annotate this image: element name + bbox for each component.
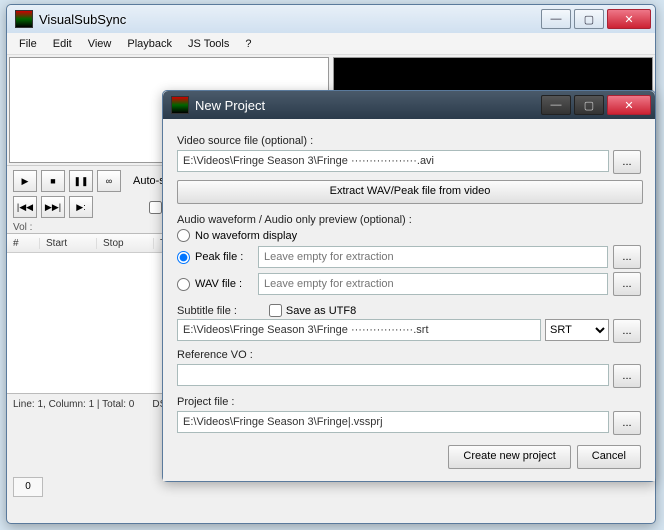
video-source-label: Video source file (optional) : [177, 135, 641, 147]
close-button[interactable]: ✕ [607, 9, 651, 29]
dialog-minimize-button[interactable]: — [541, 95, 571, 115]
wav-file-input[interactable] [258, 273, 608, 295]
create-project-button[interactable]: Create new project [448, 445, 570, 469]
wav-file-label: WAV file : [195, 278, 249, 290]
dialog-title: New Project [195, 98, 541, 113]
col-stop[interactable]: Stop [97, 238, 154, 249]
reference-label: Reference VO : [177, 349, 641, 361]
project-label: Project file : [177, 396, 641, 408]
menu-edit[interactable]: Edit [45, 36, 80, 52]
pause-button[interactable]: ❚❚ [69, 170, 93, 192]
no-waveform-label: No waveform display [195, 230, 297, 242]
subtitle-format-select[interactable]: SRT [545, 319, 609, 341]
save-utf8-label: Save as UTF8 [286, 305, 356, 317]
menu-playback[interactable]: Playback [119, 36, 180, 52]
dialog-icon [171, 96, 189, 114]
counter: 0 [13, 477, 43, 497]
save-utf8-checkbox[interactable] [269, 304, 282, 317]
audio-label: Audio waveform / Audio only preview (opt… [177, 214, 641, 226]
subtitle-browse-button[interactable]: ... [613, 319, 641, 343]
reference-browse-button[interactable]: ... [613, 364, 641, 388]
dialog-body: Video source file (optional) : ... Extra… [163, 119, 655, 481]
cancel-button[interactable]: Cancel [577, 445, 641, 469]
wav-file-radio[interactable] [177, 278, 190, 291]
col-start[interactable]: Start [40, 238, 97, 249]
new-project-dialog: New Project — ▢ ✕ Video source file (opt… [162, 90, 656, 482]
prev-button[interactable]: |◀◀ [13, 196, 37, 218]
menu-help[interactable]: ? [237, 36, 259, 52]
col-n[interactable]: # [7, 238, 40, 249]
video-source-input[interactable] [177, 150, 609, 172]
no-waveform-radio[interactable] [177, 229, 190, 242]
peak-file-radio[interactable] [177, 251, 190, 264]
peak-file-input[interactable] [258, 246, 608, 268]
menu-jstools[interactable]: JS Tools [180, 36, 237, 52]
subtitle-file-input[interactable] [177, 319, 541, 341]
play-button[interactable]: ▶ [13, 170, 37, 192]
dialog-close-button[interactable]: ✕ [607, 95, 651, 115]
dialog-titlebar: New Project — ▢ ✕ [163, 91, 655, 119]
peak-browse-button[interactable]: ... [613, 245, 641, 269]
project-browse-button[interactable]: ... [613, 411, 641, 435]
wav-browse-button[interactable]: ... [613, 272, 641, 296]
subtitle-label: Subtitle file : [177, 305, 237, 317]
menu-view[interactable]: View [80, 36, 120, 52]
extract-button[interactable]: Extract WAV/Peak file from video [177, 180, 643, 204]
minimize-button[interactable]: — [541, 9, 571, 29]
reference-input[interactable] [177, 364, 609, 386]
next-button[interactable]: ▶▶| [41, 196, 65, 218]
menu-file[interactable]: File [11, 36, 45, 52]
project-file-input[interactable] [177, 411, 609, 433]
maximize-button[interactable]: ▢ [574, 9, 604, 29]
app-icon [15, 10, 33, 28]
main-titlebar: VisualSubSync — ▢ ✕ [7, 5, 655, 33]
main-title: VisualSubSync [39, 12, 541, 27]
status-line: Line: 1, Column: 1 | Total: 0 [13, 399, 134, 410]
menubar: File Edit View Playback JS Tools ? [7, 33, 655, 55]
subtitles-checkbox[interactable] [149, 201, 162, 214]
peak-file-label: Peak file : [195, 251, 249, 263]
stop-button[interactable]: ■ [41, 170, 65, 192]
vol-label: Vol : [13, 222, 32, 233]
dialog-maximize-button[interactable]: ▢ [574, 95, 604, 115]
loop-button[interactable]: ∞ [97, 170, 121, 192]
video-browse-button[interactable]: ... [613, 150, 641, 174]
play2-button[interactable]: ▶: [69, 196, 93, 218]
